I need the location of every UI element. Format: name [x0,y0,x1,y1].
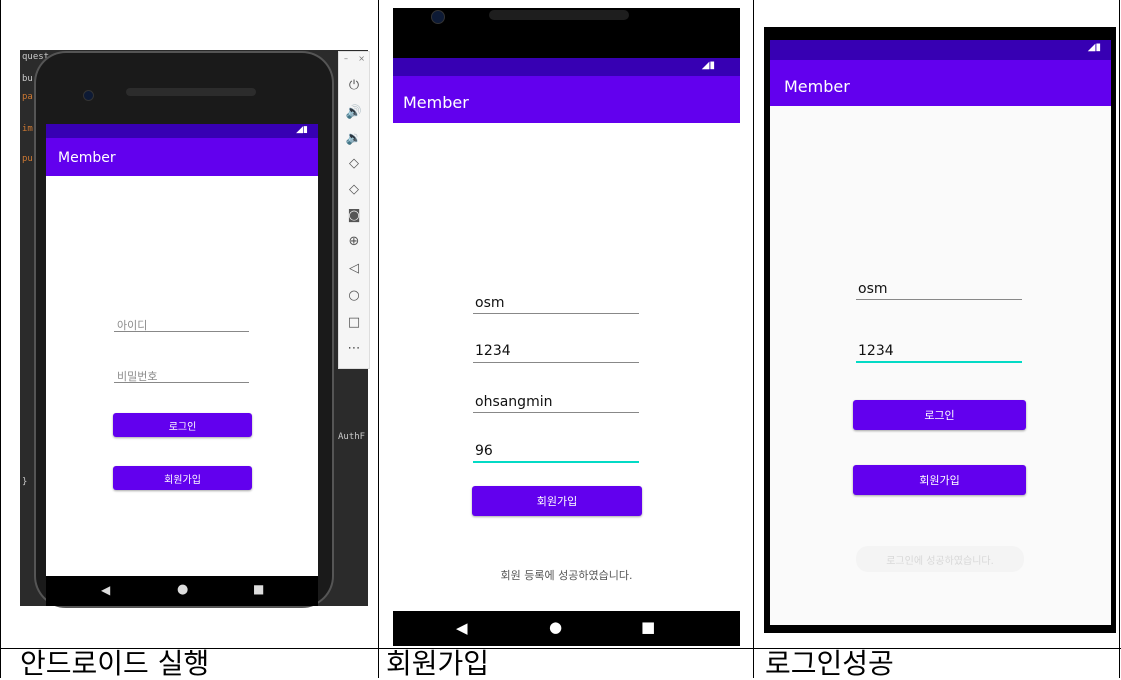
home-icon[interactable]: ● [177,582,188,597]
app-screen [46,176,318,576]
status-bar: ◢▮ [770,40,1111,60]
code-fragment: AuthF [338,432,366,442]
age-input[interactable]: 96 [475,443,493,459]
signal-icon: ◢▮ [1087,42,1101,53]
navigation-bar: ◀ ● ■ [46,576,318,606]
login-button-label: 로그인 [168,421,197,433]
table-border [378,0,379,678]
overview-icon[interactable]: □ [339,316,369,330]
more-icon[interactable]: ⋯ [339,342,369,356]
code-fragment: pu [22,154,33,164]
table-border [0,0,1,678]
rotate-right-icon[interactable]: ◇ [339,183,369,197]
code-fragment: pa [22,92,33,102]
id-input-underline [856,299,1022,300]
id-input-underline [473,313,639,314]
close-icon[interactable]: × [358,54,365,63]
phone-top-bezel [393,8,740,58]
code-fragment: im [22,124,33,134]
id-input[interactable]: osm [475,295,505,311]
back-icon[interactable]: ◁ [339,262,369,276]
caption-android-run: 안드로이드 실행 [20,647,210,680]
back-icon[interactable]: ◀ [101,583,110,597]
app-screen [393,123,740,611]
app-title: Member [784,77,850,96]
password-input-underline [114,382,249,383]
volume-down-icon[interactable]: 🔉 [339,132,369,146]
status-bar: ◢▮ [393,58,740,76]
signup-button[interactable]: 회원가입 [472,486,642,516]
password-input[interactable]: 1234 [475,343,511,359]
password-input-underline [856,361,1022,363]
name-input[interactable]: ohsangmin [475,394,552,410]
caption-signup: 회원가입 [386,647,490,680]
speaker-grille [489,10,629,20]
zoom-icon[interactable]: ⊕ [339,235,369,249]
signup-button-label: 회원가입 [919,474,960,487]
id-input[interactable]: osm [858,281,888,297]
login-success-toast: 로그인에 성공하였습니다. [856,546,1024,572]
minimize-icon[interactable]: – [344,54,348,63]
signup-button-label: 회원가입 [536,495,578,508]
signup-result-message: 회원 등록에 성공하였습니다. [500,569,633,582]
volume-up-icon[interactable]: 🔊 [339,106,369,120]
login-button[interactable]: 로그인 [113,413,252,437]
password-input[interactable]: 1234 [858,343,894,359]
app-title: Member [403,93,469,112]
signal-icon: ◢▮ [296,125,308,135]
status-bar: ◢▮ [46,124,318,138]
overview-icon[interactable]: ■ [253,582,264,596]
rotate-left-icon[interactable]: ◇ [339,157,369,171]
home-icon[interactable]: ● [549,618,562,636]
power-icon[interactable]: ⏻ [339,79,369,93]
caption-login-success: 로그인성공 [765,647,894,680]
back-icon[interactable]: ◀ [456,619,468,637]
emulator-toolbar: – × ⏻ 🔊 🔉 ◇ ◇ ◙ ⊕ ◁ ○ □ ⋯ [338,51,370,369]
navigation-bar: ◀ ● ■ [393,611,740,646]
app-title: Member [58,150,116,166]
overview-icon[interactable]: ■ [641,618,655,636]
login-button-label: 로그인 [924,409,955,422]
name-input-underline [473,412,639,413]
toast-text: 로그인에 성공하였습니다. [886,556,994,567]
signal-icon: ◢▮ [701,60,715,71]
table-border [753,0,754,678]
camera-icon [83,90,94,101]
speaker-grille [126,88,256,96]
camera-icon [431,10,445,24]
login-button[interactable]: 로그인 [853,400,1026,430]
camera-icon[interactable]: ◙ [339,209,369,223]
password-input-underline [473,362,639,363]
signup-button[interactable]: 회원가입 [113,466,252,490]
id-input-underline [114,331,249,332]
signup-button[interactable]: 회원가입 [853,465,1026,495]
code-fragment: bu [22,74,33,84]
table-border [1119,0,1120,678]
home-icon[interactable]: ○ [339,289,369,303]
code-fragment: } [22,477,28,487]
age-input-underline [473,461,639,463]
signup-button-label: 회원가입 [164,474,201,486]
